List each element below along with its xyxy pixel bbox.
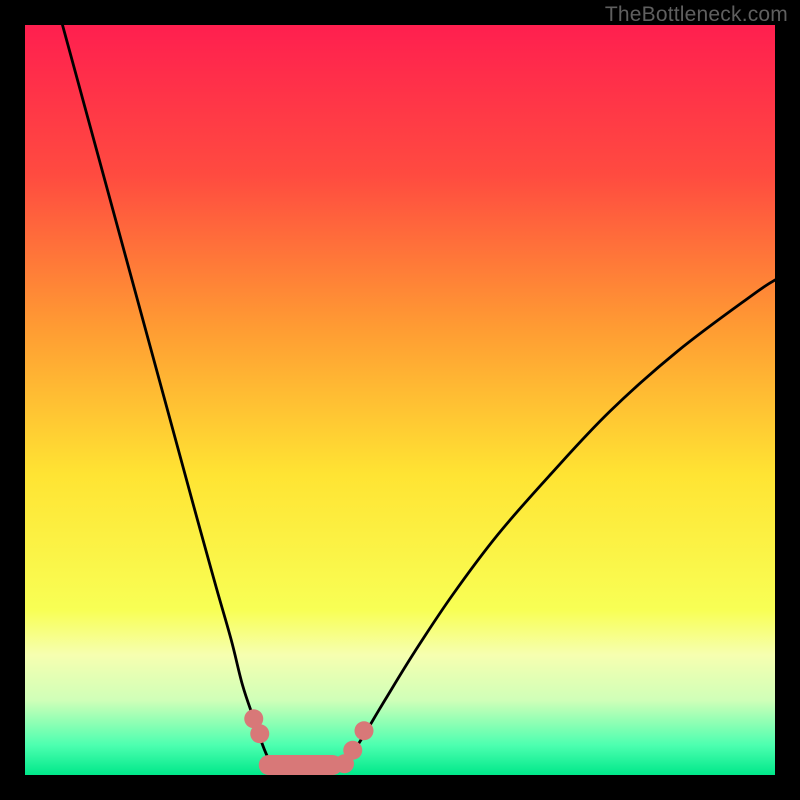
plot-area	[25, 25, 775, 775]
chart-background	[25, 25, 775, 775]
watermark-text: TheBottleneck.com	[605, 3, 788, 27]
marker-dot	[250, 724, 269, 743]
chart-svg	[25, 25, 775, 775]
marker-dot	[343, 741, 362, 760]
chart-frame: TheBottleneck.com	[0, 0, 800, 800]
marker-dot	[355, 721, 374, 740]
